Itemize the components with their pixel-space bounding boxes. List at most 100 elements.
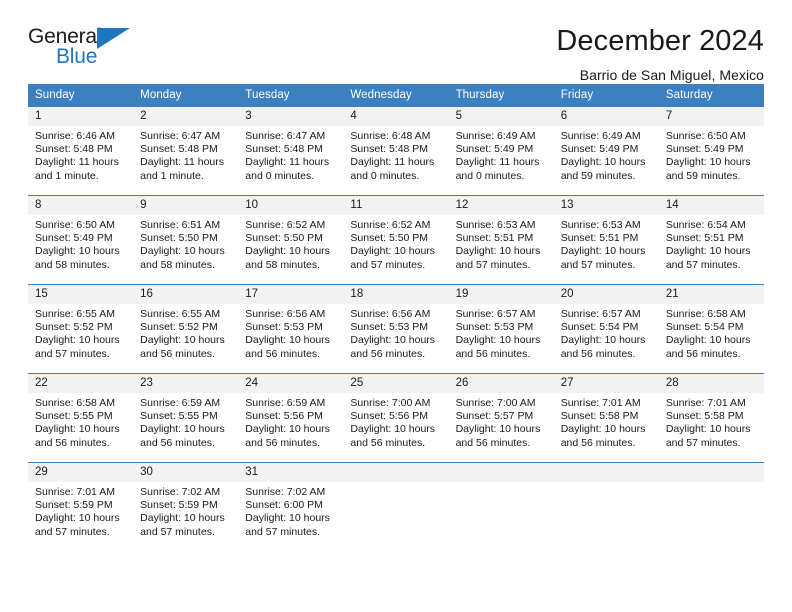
calendar-day-cell[interactable]: 12 Sunrise: 6:53 AM Sunset: 5:51 PM Dayligh…: [448, 195, 554, 285]
sunset-text: Sunset: 5:53 PM: [245, 321, 323, 334]
calendar-day-cell[interactable]: 14 Sunrise: 6:54 AM Sunset: 5:51 PM Dayligh…: [658, 195, 764, 285]
calendar-day-cell[interactable]: 23 Sunrise: 6:59 AM Sunset: 5:55 PM Dayligh…: [133, 373, 239, 463]
calendar-day-cell[interactable]: 27 Sunrise: 7:01 AM Sunset: 5:58 PM Dayligh…: [553, 373, 659, 463]
calendar-day-cell[interactable]: 20 Sunrise: 6:57 AM Sunset: 5:54 PM Dayligh…: [553, 284, 659, 374]
calendar-day-cell[interactable]: 29 Sunrise: 7:01 AM Sunset: 5:59 PM Dayligh…: [28, 462, 134, 552]
calendar-day-cell[interactable]: 4 Sunrise: 6:48 AM Sunset: 5:48 PM Daylight…: [343, 106, 449, 196]
calendar-week-row: 22 Sunrise: 6:58 AM Sunset: 5:55 PM Dayligh…: [28, 373, 764, 463]
weekday-header-friday: Friday: [553, 84, 659, 107]
calendar-day-cell[interactable]: 13 Sunrise: 6:53 AM Sunset: 5:51 PM Dayligh…: [553, 195, 659, 285]
day-details: Sunrise: 6:55 AM Sunset: 5:52 PM Daylight:…: [28, 304, 133, 361]
day-number: 14: [658, 196, 764, 215]
day-details: Sunrise: 6:50 AM Sunset: 5:49 PM Daylight:…: [659, 126, 764, 183]
calendar-day-cell[interactable]: 1 Sunrise: 6:46 AM Sunset: 5:48 PM Daylight…: [28, 106, 134, 196]
calendar-day-cell[interactable]: 8 Sunrise: 6:50 AM Sunset: 5:49 PM Daylight…: [28, 195, 134, 285]
day-details: Sunrise: 7:02 AM Sunset: 5:59 PM Daylight:…: [133, 482, 238, 539]
daylight-text-line1: Daylight: 10 hours: [455, 334, 541, 347]
calendar-day-cell[interactable]: 5 Sunrise: 6:49 AM Sunset: 5:49 PM Daylight…: [448, 106, 554, 196]
day-number: 13: [553, 196, 659, 215]
calendar-day-cell[interactable]: 10 Sunrise: 6:52 AM Sunset: 5:50 PM Dayligh…: [238, 195, 344, 285]
sunset-text: Sunset: 5:54 PM: [665, 321, 744, 334]
weekday-header-wednesday: Wednesday: [343, 84, 449, 107]
sunset-text: Sunset: 5:52 PM: [140, 321, 218, 334]
daylight-text-line2: and 56 minutes.: [455, 347, 531, 360]
sunset-text: Sunset: 5:51 PM: [455, 232, 534, 245]
calendar-day-cell[interactable]: 22 Sunrise: 6:58 AM Sunset: 5:55 PM Dayligh…: [28, 373, 134, 463]
sunrise-text: Sunrise: 7:01 AM: [665, 397, 746, 409]
general-blue-logo[interactable]: General Blue: [28, 26, 148, 74]
daylight-text-line1: Daylight: 10 hours: [560, 334, 646, 347]
daylight-text-line1: Daylight: 11 hours: [350, 156, 435, 169]
sunrise-text: Sunrise: 6:46 AM: [35, 130, 115, 142]
calendar-day-cell[interactable]: 7 Sunrise: 6:50 AM Sunset: 5:49 PM Daylight…: [658, 106, 764, 196]
calendar-table: Sunday Monday Tuesday Wednesday Thursday…: [28, 84, 764, 552]
calendar-day-cell[interactable]: 16 Sunrise: 6:55 AM Sunset: 5:52 PM Dayligh…: [133, 284, 239, 374]
sunset-text: Sunset: 5:49 PM: [35, 232, 113, 245]
calendar-day-cell[interactable]: 2 Sunrise: 6:47 AM Sunset: 5:48 PM Daylight…: [133, 106, 239, 196]
daylight-text-line2: and 57 minutes.: [350, 258, 426, 271]
calendar-day-cell[interactable]: 3 Sunrise: 6:47 AM Sunset: 5:48 PM Daylight…: [238, 106, 344, 196]
daylight-text-line1: Daylight: 11 hours: [455, 156, 540, 169]
daylight-text-line2: and 57 minutes.: [560, 258, 636, 271]
calendar-day-cell[interactable]: 6 Sunrise: 6:49 AM Sunset: 5:49 PM Daylight…: [553, 106, 659, 196]
calendar-day-cell[interactable]: 11 Sunrise: 6:52 AM Sunset: 5:50 PM Dayligh…: [343, 195, 449, 285]
day-number: 12: [448, 196, 554, 215]
sunrise-text: Sunrise: 6:58 AM: [35, 397, 115, 409]
daylight-text-line2: and 56 minutes.: [350, 347, 426, 360]
day-number: 21: [658, 285, 764, 304]
calendar-day-cell[interactable]: 31 Sunrise: 7:02 AM Sunset: 6:00 PM Dayligh…: [238, 462, 344, 552]
day-details: Sunrise: 6:54 AM Sunset: 5:51 PM Daylight:…: [659, 215, 764, 272]
sunrise-text: Sunrise: 6:55 AM: [140, 308, 221, 320]
daylight-text-line1: Daylight: 10 hours: [560, 156, 646, 169]
daylight-text-line1: Daylight: 10 hours: [665, 245, 751, 258]
day-number: [658, 463, 764, 482]
day-number: 19: [448, 285, 554, 304]
sunrise-text: Sunrise: 7:02 AM: [140, 486, 221, 498]
daylight-text-line1: Daylight: 10 hours: [665, 156, 751, 169]
day-number: 11: [343, 196, 449, 215]
day-number: 5: [448, 107, 554, 126]
daylight-text-line2: and 56 minutes.: [350, 436, 426, 449]
calendar-week-row: 15 Sunrise: 6:55 AM Sunset: 5:52 PM Dayligh…: [28, 284, 764, 374]
sunrise-text: Sunrise: 6:59 AM: [245, 397, 326, 409]
calendar-day-cell-empty: [343, 462, 449, 552]
calendar-day-cell[interactable]: 17 Sunrise: 6:56 AM Sunset: 5:53 PM Dayligh…: [238, 284, 344, 374]
day-number: 10: [238, 196, 344, 215]
daylight-text-line2: and 1 minute.: [35, 169, 99, 182]
day-details: Sunrise: 6:57 AM Sunset: 5:53 PM Daylight:…: [449, 304, 554, 361]
calendar-day-cell[interactable]: 28 Sunrise: 7:01 AM Sunset: 5:58 PM Dayligh…: [658, 373, 764, 463]
logo-triangle-icon: [97, 28, 130, 49]
calendar-day-cell[interactable]: 9 Sunrise: 6:51 AM Sunset: 5:50 PM Daylight…: [133, 195, 239, 285]
sunset-text: Sunset: 5:51 PM: [665, 232, 744, 245]
title-block: December 2024 Barrio de San Miguel, Mexi…: [556, 25, 764, 83]
day-number: [448, 463, 554, 482]
calendar-day-cell[interactable]: 30 Sunrise: 7:02 AM Sunset: 5:59 PM Dayligh…: [133, 462, 239, 552]
sunrise-text: Sunrise: 6:52 AM: [350, 219, 431, 231]
calendar-day-cell[interactable]: 25 Sunrise: 7:00 AM Sunset: 5:56 PM Dayligh…: [343, 373, 449, 463]
calendar-day-cell[interactable]: 18 Sunrise: 6:56 AM Sunset: 5:53 PM Dayligh…: [343, 284, 449, 374]
day-number: 16: [133, 285, 239, 304]
sunrise-text: Sunrise: 7:01 AM: [560, 397, 641, 409]
weekday-header-sunday: Sunday: [28, 84, 134, 107]
sunset-text: Sunset: 5:53 PM: [455, 321, 534, 334]
daylight-text-line2: and 57 minutes.: [245, 525, 320, 538]
calendar-day-cell[interactable]: 15 Sunrise: 6:55 AM Sunset: 5:52 PM Dayligh…: [28, 284, 134, 374]
day-details: Sunrise: 7:00 AM Sunset: 5:56 PM Daylight:…: [343, 393, 448, 450]
calendar-day-cell[interactable]: 19 Sunrise: 6:57 AM Sunset: 5:53 PM Dayligh…: [448, 284, 554, 374]
day-number: 1: [28, 107, 134, 126]
sunrise-text: Sunrise: 6:53 AM: [455, 219, 536, 231]
sunrise-text: Sunrise: 6:51 AM: [140, 219, 221, 231]
daylight-text-line1: Daylight: 10 hours: [455, 245, 541, 258]
sunrise-text: Sunrise: 6:53 AM: [560, 219, 641, 231]
calendar-day-cell[interactable]: 21 Sunrise: 6:58 AM Sunset: 5:54 PM Dayligh…: [658, 284, 764, 374]
day-number: 29: [28, 463, 134, 482]
calendar-day-cell[interactable]: 26 Sunrise: 7:00 AM Sunset: 5:57 PM Dayligh…: [448, 373, 554, 463]
daylight-text-line2: and 56 minutes.: [35, 436, 110, 449]
weekday-header-tuesday: Tuesday: [238, 84, 344, 107]
daylight-text-line1: Daylight: 10 hours: [245, 334, 330, 347]
sunrise-text: Sunrise: 6:56 AM: [350, 308, 431, 320]
calendar-day-cell[interactable]: 24 Sunrise: 6:59 AM Sunset: 5:56 PM Dayligh…: [238, 373, 344, 463]
daylight-text-line1: Daylight: 11 hours: [140, 156, 224, 169]
weekday-header-thursday: Thursday: [448, 84, 554, 107]
daylight-text-line1: Daylight: 10 hours: [455, 423, 541, 436]
